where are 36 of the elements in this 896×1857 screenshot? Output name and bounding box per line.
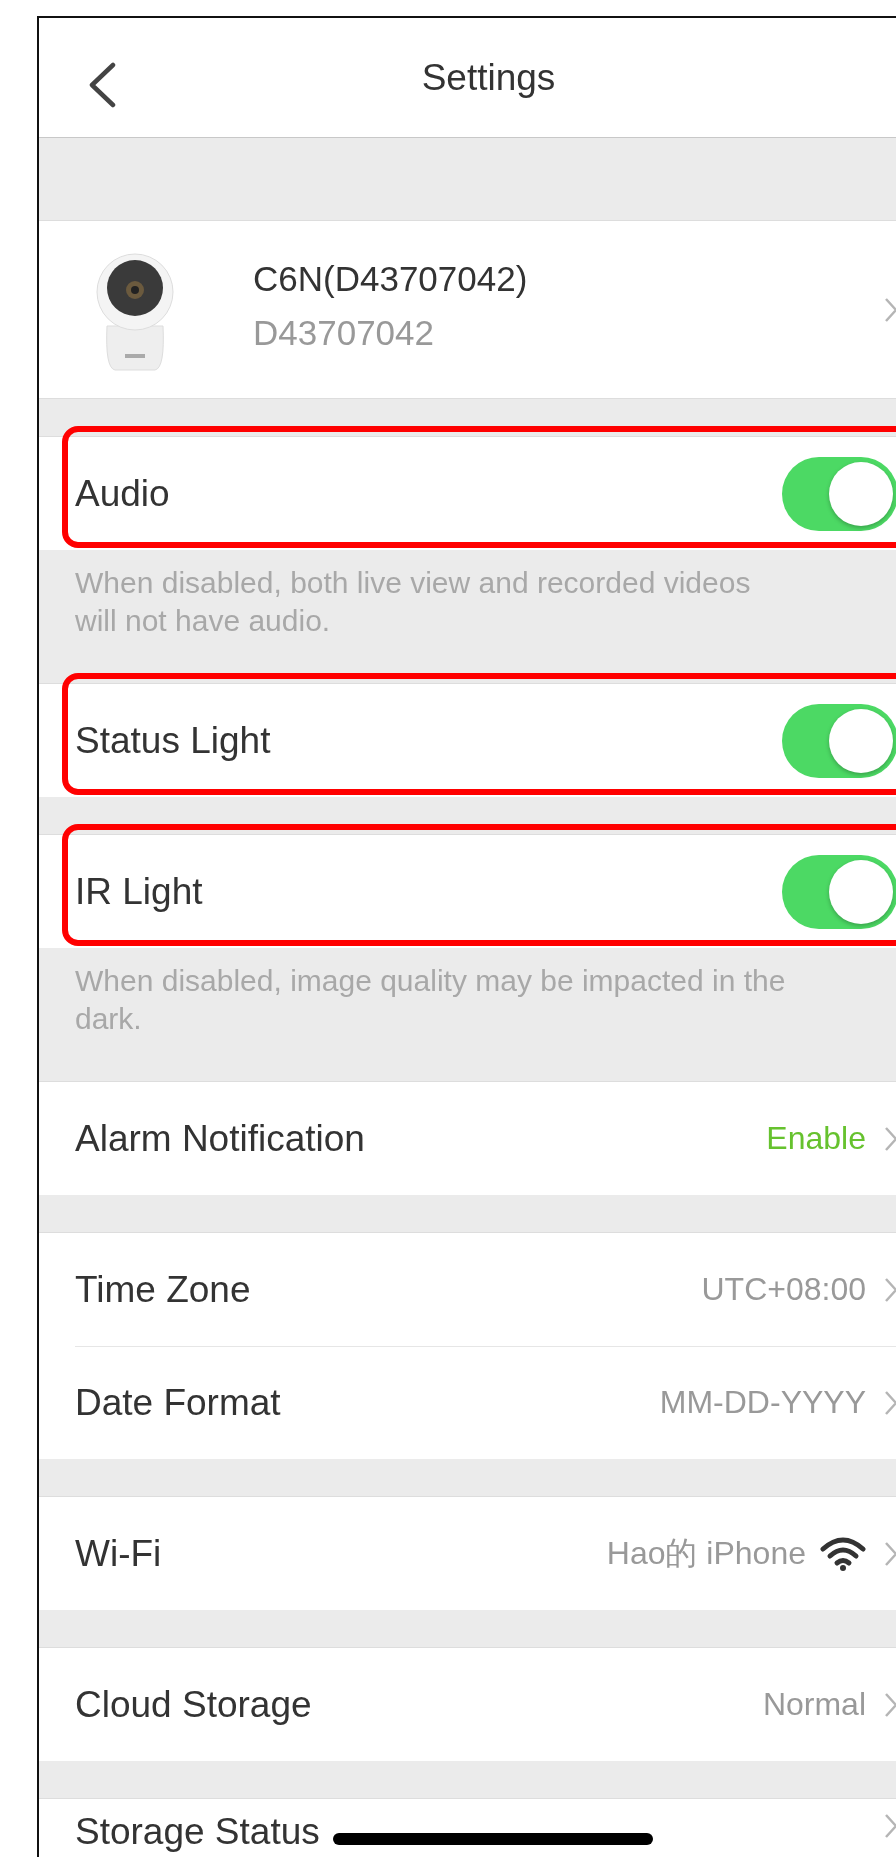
row-label: Alarm Notification [75,1117,365,1160]
row-value: Enable [766,1120,866,1157]
row-label: Wi-Fi [75,1532,162,1575]
settings-row[interactable]: Cloud Storage Normal [39,1648,896,1761]
device-row[interactable]: C6N(D43707042) D43707042 [39,221,896,399]
row-label: Status Light [75,719,271,762]
back-button[interactable] [87,62,117,108]
chevron-icon [884,296,896,323]
row-label: Time Zone [75,1268,251,1311]
row-value: Hao的 iPhone [606,1533,806,1573]
page-title: Settings [421,56,556,99]
row-label: Audio [75,472,170,515]
toggle-switch[interactable] [782,456,896,531]
row-label: Cloud Storage [75,1683,312,1726]
chevron-icon [884,1691,896,1718]
toggle-switch[interactable] [782,854,896,929]
chevron-icon [884,1540,896,1567]
row-label: IR Light [75,870,203,913]
chevron-icon [884,1276,896,1303]
device-serial: D43707042 [253,312,435,353]
row-label: Date Format [75,1381,281,1424]
settings-row[interactable]: Storage Status [39,1799,896,1857]
chevron-icon [884,1125,896,1152]
row-label: Storage Status [75,1813,320,1851]
settings-row[interactable]: Alarm Notification Enable [39,1082,896,1195]
row-value: MM-DD-YYYY [659,1384,866,1421]
settings-row[interactable]: Time Zone UTC+08:00 [39,1233,896,1346]
chevron-icon [884,1813,896,1839]
settings-row[interactable]: Wi-Fi Hao的 iPhone [39,1497,896,1610]
row-value: UTC+08:00 [701,1271,866,1308]
settings-row[interactable]: Date Format MM-DD-YYYY [39,1346,896,1459]
wifi-icon [820,1536,866,1571]
toggle-switch[interactable] [782,703,896,778]
chevron-icon [884,1389,896,1416]
device-name: C6N(D43707042) [253,258,529,299]
row-value: Normal [762,1686,866,1723]
